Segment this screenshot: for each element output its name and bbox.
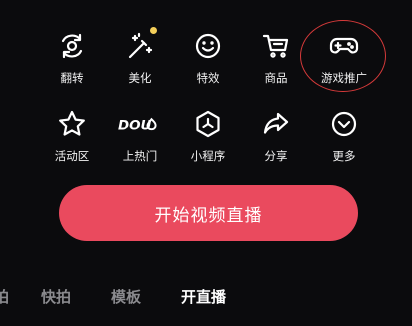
tool-more[interactable]: 更多	[308, 107, 380, 177]
tab-quick-shoot[interactable]: 快拍	[41, 284, 71, 310]
magic-wand-icon	[123, 27, 157, 63]
mode-tabs: 拍 快拍 模板 开直播	[0, 284, 412, 312]
tool-products-label: 商品	[264, 71, 288, 85]
tool-activity-zone-label: 活动区	[54, 149, 90, 163]
tool-dou-plus-label: 上热门	[122, 149, 158, 163]
tool-flip-label: 翻转	[60, 71, 84, 85]
tab-shoot[interactable]: 拍	[0, 284, 9, 310]
tool-mini-program-label: 小程序	[190, 149, 226, 163]
tool-products[interactable]: 商品	[240, 29, 312, 99]
tab-templates[interactable]: 模板	[111, 284, 141, 310]
tool-beautify[interactable]: 美化	[104, 27, 176, 99]
shopping-cart-icon	[259, 29, 293, 63]
star-icon	[55, 107, 89, 141]
flip-camera-icon	[55, 29, 89, 63]
smiley-face-icon	[191, 29, 225, 63]
tool-game-promotion[interactable]: 游戏推广	[308, 29, 380, 99]
tool-more-label: 更多	[332, 149, 356, 163]
tool-share[interactable]: 分享	[240, 107, 312, 177]
tab-go-live[interactable]: 开直播	[181, 284, 226, 310]
dou-plus-icon: DOU	[116, 107, 164, 141]
tool-mini-program[interactable]: 小程序	[172, 107, 244, 177]
share-arrow-icon	[259, 107, 293, 141]
tool-activity-zone[interactable]: 活动区	[36, 107, 108, 177]
tool-dou-plus[interactable]: DOU 上热门	[104, 107, 176, 177]
svg-text:DOU: DOU	[118, 119, 152, 134]
start-video-live-button[interactable]: 开始视频直播	[59, 185, 358, 241]
new-badge-dot	[150, 27, 157, 34]
mini-program-icon	[191, 107, 225, 141]
more-chevron-icon	[327, 107, 361, 141]
tool-effects[interactable]: 特效	[172, 29, 244, 99]
live-setup-panel: 翻转 美化 特效 商品 游戏推广 活动区 DOU 上热门 小程序 分享 更多 开…	[0, 0, 412, 326]
gamepad-icon	[327, 29, 361, 63]
tool-game-promotion-label: 游戏推广	[321, 71, 367, 85]
tool-beautify-label: 美化	[128, 71, 152, 85]
tool-flip[interactable]: 翻转	[36, 29, 108, 99]
tool-share-label: 分享	[264, 149, 288, 163]
tool-effects-label: 特效	[196, 71, 220, 85]
